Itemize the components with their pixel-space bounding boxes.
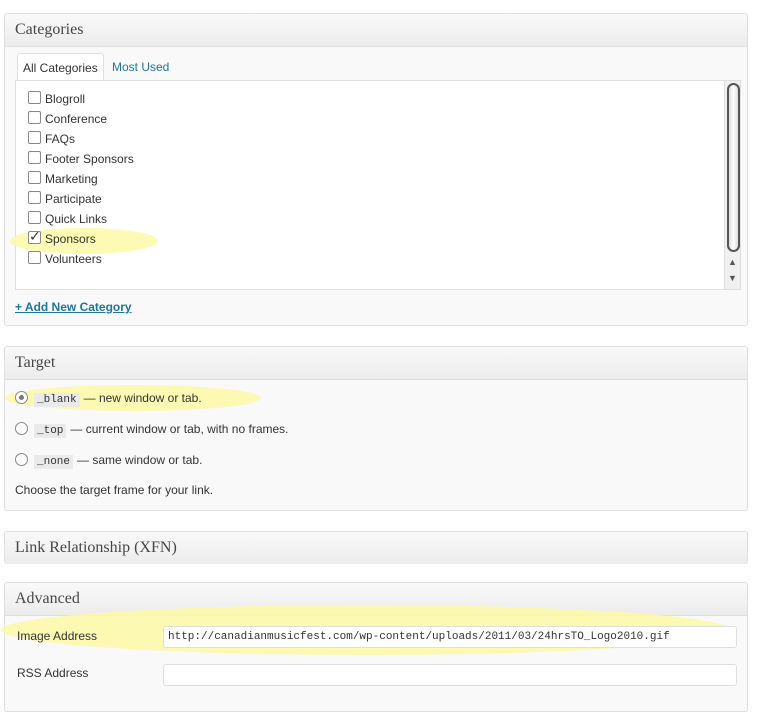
category-item-faqs[interactable]: FAQs — [28, 130, 75, 148]
checkbox-checked[interactable] — [28, 227, 41, 245]
scroll-up-arrow-icon[interactable]: ▲ — [728, 257, 737, 267]
target-description: Choose the target frame for your link. — [15, 483, 214, 497]
category-item-quick-links[interactable]: Quick Links — [28, 210, 107, 228]
tab-all-categories[interactable]: All Categories — [17, 53, 104, 81]
tab-most-used[interactable]: Most Used — [112, 53, 169, 81]
category-list[interactable]: Blogroll Conference FAQs Footer Sponsors… — [10, 80, 741, 290]
scroll-down-arrow-icon[interactable]: ▼ — [728, 273, 737, 283]
scrollbar-thumb[interactable] — [727, 83, 740, 252]
target-option-blank[interactable]: _blank — new window or tab. — [15, 389, 202, 407]
target-option-top[interactable]: _top — current window or tab, with no fra… — [15, 420, 289, 438]
target-title: Target — [5, 347, 747, 380]
xfn-title[interactable]: Link Relationship (XFN) — [5, 532, 747, 564]
checkbox[interactable] — [28, 171, 41, 184]
checkbox[interactable] — [28, 91, 41, 104]
xfn-box[interactable]: Link Relationship (XFN) — [4, 531, 748, 564]
radio-button[interactable] — [15, 422, 28, 435]
rss-address-input[interactable] — [163, 664, 737, 686]
radio-button[interactable] — [15, 453, 28, 466]
add-new-category-link[interactable]: + Add New Category — [15, 300, 132, 314]
category-item-sponsors[interactable]: Sponsors — [28, 227, 96, 248]
checkbox[interactable] — [28, 211, 41, 224]
category-item-marketing[interactable]: Marketing — [28, 170, 98, 188]
category-item-footer-sponsors[interactable]: Footer Sponsors — [28, 150, 134, 168]
checkbox[interactable] — [28, 131, 41, 144]
image-address-label: Image Address — [17, 629, 98, 643]
target-option-none[interactable]: _none — same window or tab. — [15, 451, 202, 469]
category-item-conference[interactable]: Conference — [28, 110, 107, 128]
target-box: Target _blank — new window or tab. _top — … — [4, 346, 748, 511]
rss-address-label: RSS Address — [17, 666, 89, 680]
checkbox[interactable] — [28, 111, 41, 124]
categories-box: Categories All Categories Most Used Blog… — [4, 13, 748, 326]
category-scrollbar[interactable]: ▲ ▼ — [724, 81, 740, 289]
checkbox[interactable] — [28, 191, 41, 204]
categories-title: Categories — [5, 14, 747, 47]
advanced-box: Advanced Image Address http://canadianmu… — [1, 582, 748, 712]
category-item-participate[interactable]: Participate — [28, 190, 102, 208]
category-item-volunteers[interactable]: Volunteers — [28, 250, 102, 268]
checkbox[interactable] — [28, 151, 41, 164]
checkbox[interactable] — [28, 251, 41, 264]
radio-button-selected[interactable] — [15, 391, 28, 404]
image-address-input[interactable]: http://canadianmusicfest.com/wp-content/… — [163, 626, 737, 648]
category-item-blogroll[interactable]: Blogroll — [28, 90, 85, 108]
